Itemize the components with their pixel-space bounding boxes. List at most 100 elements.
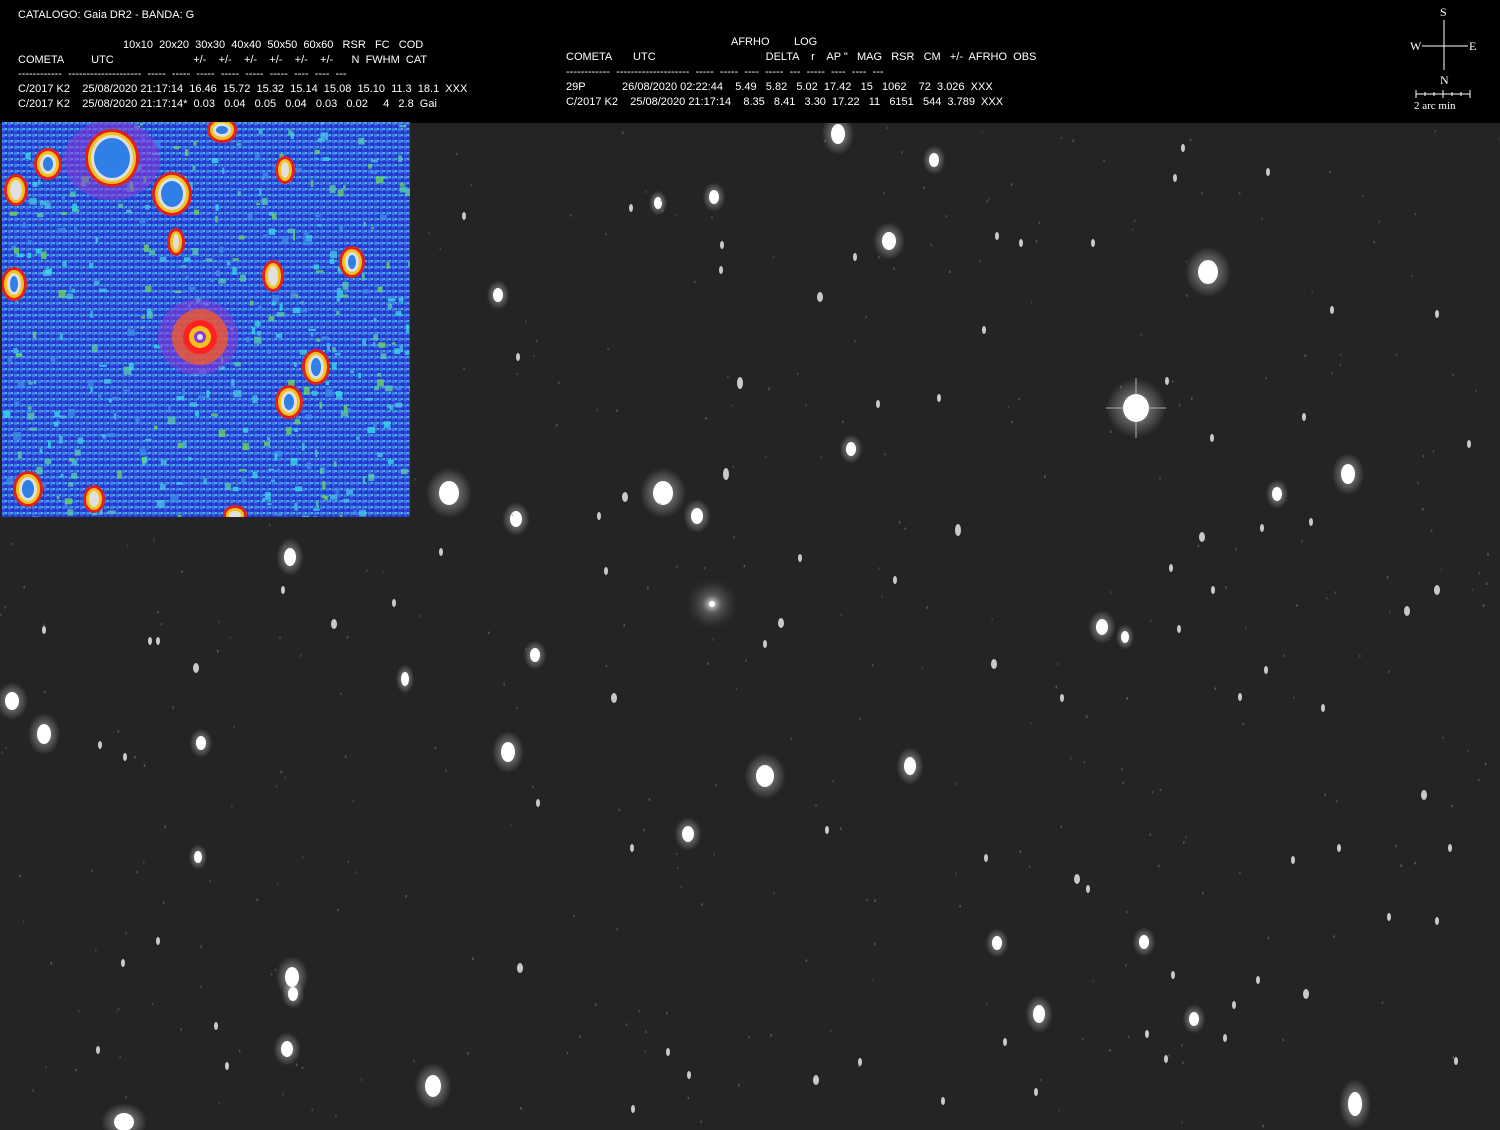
noise-speck	[1083, 761, 1086, 764]
compass-south-label: S	[1440, 5, 1447, 19]
inset-noise	[387, 298, 396, 301]
noise-speck	[772, 256, 775, 259]
inset-noise	[48, 440, 51, 449]
inset-noise	[275, 513, 282, 516]
inset-noise	[9, 211, 17, 216]
inset-noise	[378, 342, 386, 348]
photometry-row: C/2017 K2 25/08/2020 21:17:14 16.46 15.7…	[18, 83, 468, 95]
faint-star	[631, 1105, 635, 1113]
inset-noise	[321, 336, 330, 340]
noise-speck	[151, 1002, 154, 1006]
faint-star	[1199, 532, 1205, 542]
faint-star	[1164, 1055, 1168, 1063]
inset-noise	[107, 433, 116, 438]
inset-noise	[362, 339, 366, 346]
faint-star	[156, 637, 160, 645]
faint-star	[1019, 239, 1023, 247]
noise-speck	[878, 255, 880, 259]
star	[530, 648, 540, 662]
noise-speck	[768, 387, 770, 390]
noise-speck	[930, 243, 932, 247]
star	[288, 987, 298, 1001]
inset-noise	[210, 279, 214, 283]
inset-noise	[184, 257, 191, 262]
noise-speck	[126, 544, 129, 547]
false-color-inset	[2, 122, 410, 517]
noise-speck	[573, 915, 575, 918]
noise-speck	[770, 1034, 772, 1037]
noise-speck	[638, 1010, 640, 1013]
star	[439, 481, 459, 505]
inset-noise	[399, 187, 407, 193]
inset-noise	[311, 332, 314, 337]
inset-noise	[15, 354, 23, 358]
noise-speck	[0, 613, 2, 617]
faint-star	[984, 854, 988, 862]
noise-speck	[1029, 722, 1032, 725]
faint-star	[193, 663, 199, 673]
faint-star	[148, 637, 152, 645]
inset-noise	[308, 328, 316, 331]
noise-speck	[302, 856, 304, 859]
inset-noise	[250, 300, 254, 306]
header-panel: CATALOGO: Gaia DR2 - BANDA: G 10x10 20x2…	[0, 0, 1500, 123]
inset-noise	[56, 496, 60, 500]
faint-star	[1264, 666, 1268, 674]
faint-star	[629, 204, 633, 212]
faint-star	[1421, 790, 1427, 800]
noise-speck	[815, 804, 817, 807]
faint-star	[817, 292, 823, 302]
faint-star	[798, 554, 802, 562]
noise-speck	[1471, 588, 1474, 591]
star	[493, 288, 503, 302]
inset-noise	[17, 381, 25, 388]
noise-speck	[1202, 891, 1204, 895]
faint-star	[1177, 625, 1181, 633]
inset-noise	[267, 503, 272, 506]
faint-star	[1387, 913, 1391, 921]
noise-speck	[570, 214, 572, 217]
noise-speck	[1125, 964, 1127, 967]
noise-speck	[1178, 404, 1181, 407]
noise-speck	[1329, 170, 1331, 173]
noise-speck	[516, 706, 518, 710]
inset-noise	[290, 131, 294, 140]
noise-speck	[1225, 586, 1227, 589]
faint-star	[392, 599, 396, 607]
noise-speck	[923, 186, 925, 189]
noise-speck	[986, 1003, 988, 1006]
noise-speck	[164, 825, 167, 829]
noise-speck	[1151, 790, 1154, 794]
inset-noise	[116, 414, 119, 418]
inset-noise	[342, 294, 349, 298]
faint-star	[1091, 239, 1095, 247]
noise-speck	[1267, 936, 1270, 940]
inset-noise	[45, 202, 51, 209]
noise-speck	[280, 770, 283, 774]
star	[1348, 1092, 1362, 1116]
noise-speck	[881, 595, 883, 598]
inset-noise	[139, 123, 143, 126]
inset-noise	[66, 293, 74, 299]
noise-speck	[1183, 841, 1185, 844]
noise-speck	[1109, 430, 1112, 434]
noise-speck	[75, 1068, 77, 1072]
noise-speck	[125, 1095, 127, 1099]
noise-speck	[117, 1008, 120, 1011]
inset-noise	[113, 412, 117, 420]
inset-noise	[168, 405, 171, 413]
inset-noise	[301, 443, 305, 451]
inset-noise	[259, 188, 262, 196]
noise-speck	[11, 542, 14, 546]
inset-noise	[358, 137, 365, 145]
inset-noise	[287, 228, 296, 234]
inset-noise	[325, 381, 330, 385]
noise-speck	[893, 267, 895, 270]
inset-noise	[251, 327, 256, 335]
inset-noise	[343, 185, 346, 190]
inset-noise	[294, 419, 300, 425]
noise-speck	[381, 571, 384, 574]
star	[1121, 631, 1129, 643]
noise-speck	[832, 779, 834, 783]
noise-speck	[268, 523, 271, 527]
